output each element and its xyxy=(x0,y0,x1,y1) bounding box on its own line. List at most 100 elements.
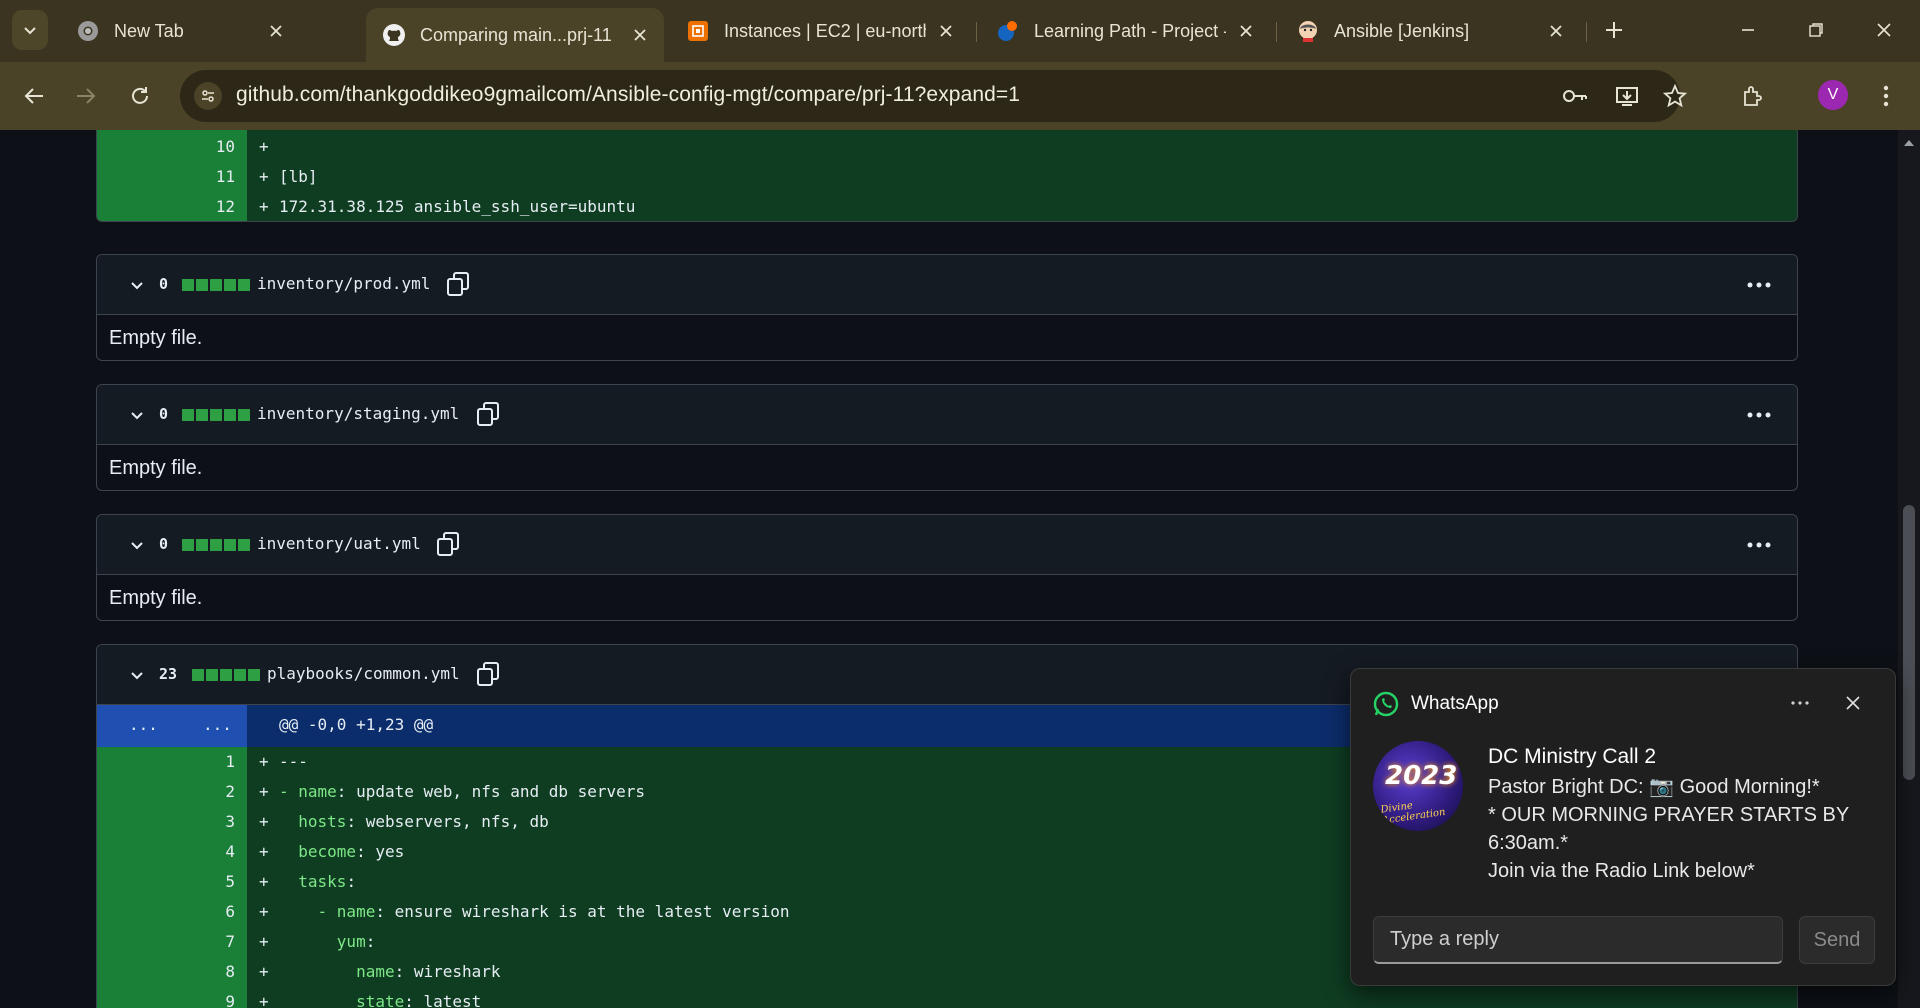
address-bar[interactable]: github.com/thankgoddikeo9gmailcom/Ansibl… xyxy=(180,70,1687,122)
chrome-icon xyxy=(76,19,100,43)
profile-avatar[interactable]: V xyxy=(1818,80,1848,110)
file-options-icon[interactable] xyxy=(1743,272,1775,298)
collapse-chevron-icon[interactable] xyxy=(127,405,147,425)
line-number: 4 xyxy=(225,842,235,861)
tab-learning-path[interactable]: Learning Path - Project - xyxy=(980,8,1270,54)
reload-icon xyxy=(132,87,148,104)
tab-title: Ansible [Jenkins] xyxy=(1334,20,1470,41)
message-preview: Pastor Bright DC: 📷 Good Morning!* * OUR… xyxy=(1488,776,1849,882)
collapse-chevron-icon[interactable] xyxy=(127,665,147,685)
install-app-icon[interactable] xyxy=(1612,82,1642,110)
added-marker: + xyxy=(259,872,269,891)
tab-separator xyxy=(1586,22,1587,42)
close-tab-icon[interactable] xyxy=(1236,21,1256,41)
line-number: 8 xyxy=(225,962,235,981)
tab-title: Comparing main...prj-11 xyxy=(420,24,612,45)
close-tab-icon[interactable] xyxy=(936,21,956,41)
extensions-icon[interactable] xyxy=(1737,80,1769,112)
empty-file-message: Empty file. xyxy=(109,327,203,349)
close-tab-icon[interactable] xyxy=(266,21,286,41)
added-marker: + xyxy=(259,812,269,831)
diffstat-count: 0 xyxy=(159,275,169,293)
site-info-icon[interactable] xyxy=(194,82,222,110)
back-button[interactable] xyxy=(16,78,52,114)
reply-input[interactable] xyxy=(1373,916,1783,964)
line-text: state: latest xyxy=(279,992,482,1008)
tab-search-button[interactable] xyxy=(12,10,48,50)
scroll-thumb[interactable] xyxy=(1903,505,1915,780)
line-text: [lb] xyxy=(279,167,318,186)
file-name[interactable]: playbooks/common.yml xyxy=(267,664,460,683)
line-text: --- xyxy=(279,752,308,771)
github-icon xyxy=(382,23,406,47)
line-number: 5 xyxy=(225,872,235,891)
file-name[interactable]: inventory/staging.yml xyxy=(257,404,459,423)
added-marker: + xyxy=(259,992,269,1008)
close-tab-icon[interactable] xyxy=(630,25,650,45)
password-key-icon[interactable] xyxy=(1560,82,1590,110)
copy-path-icon[interactable] xyxy=(475,660,501,688)
chevron-down-icon xyxy=(24,27,36,35)
forward-button[interactable] xyxy=(68,78,104,114)
tab-github-compare[interactable]: Comparing main...prj-11 xyxy=(366,8,664,62)
added-marker: + xyxy=(259,752,269,771)
line-text: become: yes xyxy=(279,842,405,861)
file-diff-uat: 0 inventory/uat.yml Empty file. xyxy=(96,514,1798,621)
close-tab-icon[interactable] xyxy=(1546,21,1566,41)
line-text: tasks: xyxy=(279,872,357,891)
tab-strip: New Tab Comparing main...prj-11 Instance… xyxy=(0,0,1920,62)
copy-path-icon[interactable] xyxy=(475,400,501,428)
notification-app-name: WhatsApp xyxy=(1411,693,1499,714)
diff-hosts-tail: 10 + 11 + [lb] 12 + 172.31.38.125 ansibl… xyxy=(96,130,1798,222)
more-options-icon[interactable] xyxy=(1785,689,1815,717)
new-tab-button[interactable] xyxy=(1598,14,1630,46)
added-marker: + xyxy=(259,167,269,186)
diffstat-bars xyxy=(192,669,260,681)
tab-new-tab[interactable]: New Tab xyxy=(60,8,300,54)
aws-icon xyxy=(686,19,710,43)
file-options-icon[interactable] xyxy=(1743,532,1775,558)
diffstat-bars xyxy=(182,539,250,551)
learning-path-icon xyxy=(996,19,1020,43)
diffstat-bars xyxy=(182,279,250,291)
file-name[interactable]: inventory/prod.yml xyxy=(257,274,430,293)
send-button[interactable]: Send xyxy=(1799,916,1875,964)
line-text: - name: ensure wireshark is at the lates… xyxy=(279,902,790,921)
tab-ansible-jenkins[interactable]: Ansible [Jenkins] xyxy=(1280,8,1580,54)
collapse-chevron-icon[interactable] xyxy=(127,535,147,555)
copy-path-icon[interactable] xyxy=(435,530,461,558)
minimize-button[interactable] xyxy=(1730,14,1766,46)
scroll-up-arrow-icon[interactable] xyxy=(1904,140,1914,146)
bookmark-star-icon[interactable] xyxy=(1660,82,1690,110)
url-text[interactable]: github.com/thankgoddikeo9gmailcom/Ansibl… xyxy=(236,83,1020,107)
file-options-icon[interactable] xyxy=(1743,402,1775,428)
close-notification-icon[interactable] xyxy=(1839,689,1867,717)
avatar-sub-text: Divine Acceleration xyxy=(1379,800,1447,827)
empty-file-message: Empty file. xyxy=(109,587,203,609)
whatsapp-icon xyxy=(1373,691,1399,717)
tab-ec2-instances[interactable]: Instances | EC2 | eu-north xyxy=(670,8,970,54)
line-number: 6 xyxy=(225,902,235,921)
page-scrollbar[interactable] xyxy=(1898,130,1920,1008)
restore-button[interactable] xyxy=(1798,14,1834,46)
line-text: 172.31.38.125 ansible_ssh_user=ubuntu xyxy=(279,197,636,216)
expand-down-dots[interactable]: ... xyxy=(203,715,232,734)
line-text: hosts: webservers, nfs, db xyxy=(279,812,549,831)
avatar-year-text: 2023 xyxy=(1385,761,1458,791)
line-number: 12 xyxy=(215,197,235,216)
copy-path-icon[interactable] xyxy=(445,270,471,298)
tab-title: Learning Path - Project - xyxy=(1034,20,1226,41)
browser-menu-icon[interactable] xyxy=(1870,80,1902,112)
chat-avatar: 2023 Divine Acceleration xyxy=(1373,741,1463,831)
collapse-chevron-icon[interactable] xyxy=(127,275,147,295)
diff-line: 9 + state: latest xyxy=(97,987,1797,1008)
line-number: 2 xyxy=(225,782,235,801)
file-header: 0 inventory/prod.yml xyxy=(97,255,1797,315)
reload-button[interactable] xyxy=(122,78,158,114)
expand-up-dots[interactable]: ... xyxy=(129,715,158,734)
line-text: name: wireshark xyxy=(279,962,501,981)
close-window-button[interactable] xyxy=(1866,14,1902,46)
added-marker: + xyxy=(259,932,269,951)
file-name[interactable]: inventory/uat.yml xyxy=(257,534,421,553)
browser-toolbar: github.com/thankgoddikeo9gmailcom/Ansibl… xyxy=(0,62,1920,130)
